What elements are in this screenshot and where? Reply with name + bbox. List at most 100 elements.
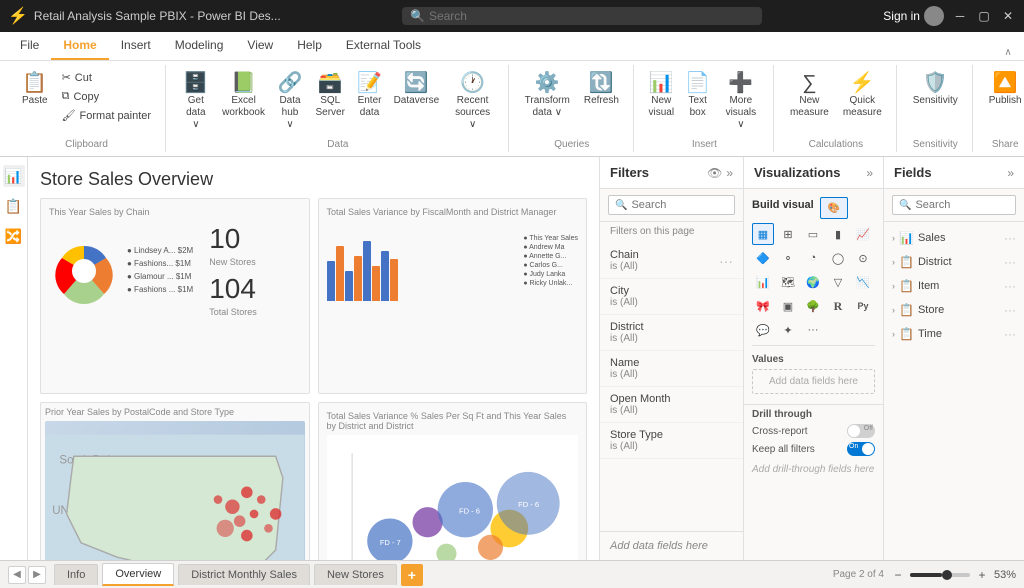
- tab-district-monthly-sales[interactable]: District Monthly Sales: [178, 564, 310, 585]
- keep-filters-toggle[interactable]: On: [847, 442, 875, 456]
- quick-measure-button[interactable]: ⚡ Quickmeasure: [837, 69, 888, 123]
- nav-report-icon[interactable]: 📊: [3, 165, 25, 187]
- field-group-sales-more[interactable]: ···: [1004, 231, 1016, 245]
- filter-search-box[interactable]: 🔍: [608, 195, 735, 215]
- publish-button[interactable]: 🔼 Publish: [983, 69, 1024, 111]
- field-group-item-more[interactable]: ···: [1004, 279, 1016, 293]
- field-group-district-more[interactable]: ···: [1004, 255, 1016, 269]
- zoom-slider[interactable]: [910, 573, 970, 577]
- viz-icon-kpi[interactable]: 📊: [752, 271, 774, 293]
- viz-icon-r[interactable]: R: [827, 295, 849, 317]
- tab-nav-next-button[interactable]: ▶: [28, 566, 46, 584]
- fields-expand-icon[interactable]: »: [1007, 166, 1014, 180]
- tab-new-stores[interactable]: New Stores: [314, 564, 397, 585]
- maximize-button[interactable]: ▢: [976, 8, 992, 24]
- viz-icon-donut[interactable]: ◯: [827, 247, 849, 269]
- viz-icon-treemap[interactable]: ▣: [777, 295, 799, 317]
- viz-icon-scatter[interactable]: ⚬: [777, 247, 799, 269]
- field-group-store-header[interactable]: › 📋 Store ···: [884, 300, 1024, 320]
- minimize-button[interactable]: ─: [952, 8, 968, 24]
- viz-icon-bar[interactable]: ▭: [802, 223, 824, 245]
- tab-file[interactable]: File: [8, 32, 51, 60]
- viz-icon-waterfall[interactable]: 📉: [852, 271, 874, 293]
- close-button[interactable]: ✕: [1000, 8, 1016, 24]
- viz-format-tab[interactable]: 🎨: [820, 197, 848, 219]
- widget-bottom-right[interactable]: Total Sales Variance % Sales Per Sq Ft a…: [318, 402, 588, 560]
- nav-data-icon[interactable]: 📋: [3, 195, 25, 217]
- viz-icon-funnel[interactable]: ▽: [827, 271, 849, 293]
- fields-search-box[interactable]: 🔍: [892, 195, 1016, 215]
- viz-icon-area[interactable]: 🔷: [752, 247, 774, 269]
- tab-insert[interactable]: Insert: [109, 32, 163, 60]
- sql-server-button[interactable]: 🗃️ SQLServer: [310, 69, 349, 123]
- enter-data-button[interactable]: 📝 Enterdata: [352, 69, 387, 123]
- viz-values-drop-zone[interactable]: Add data fields here: [752, 369, 875, 394]
- field-group-district-header[interactable]: › 📋 District ···: [884, 252, 1024, 272]
- fields-search-input[interactable]: [915, 199, 995, 211]
- excel-workbook-button[interactable]: 📗 Excelworkbook: [218, 69, 270, 123]
- filter-name[interactable]: Name is (All): [600, 351, 743, 387]
- viz-icon-filled-map[interactable]: 🌍: [802, 271, 824, 293]
- tab-help[interactable]: Help: [285, 32, 334, 60]
- tab-external-tools[interactable]: External Tools: [334, 32, 433, 60]
- cross-report-toggle[interactable]: Off: [847, 424, 875, 438]
- field-group-item-header[interactable]: › 📋 Item ···: [884, 276, 1024, 296]
- format-painter-button[interactable]: 🖌 Format painter: [56, 107, 158, 124]
- widget-bottom-left[interactable]: Prior Year Sales by PostalCode and Store…: [40, 402, 310, 560]
- tab-home[interactable]: Home: [51, 32, 108, 60]
- text-box-button[interactable]: 📄 Textbox: [681, 69, 715, 123]
- tab-info[interactable]: Info: [54, 564, 98, 585]
- more-visuals-button[interactable]: ➕ Morevisuals ∨: [717, 69, 765, 135]
- viz-icon-map[interactable]: 🗺: [777, 271, 799, 293]
- transform-data-button[interactable]: ⚙️ Transformdata ∨: [519, 69, 576, 123]
- filter-store-type[interactable]: Store Type is (All): [600, 423, 743, 459]
- widget-top-right[interactable]: Total Sales Variance by FiscalMonth and …: [318, 198, 588, 394]
- refresh-button[interactable]: 🔃 Refresh: [578, 69, 625, 111]
- recent-sources-button[interactable]: 🕐 Recentsources ∨: [446, 69, 500, 135]
- tab-view[interactable]: View: [235, 32, 285, 60]
- viz-icon-more[interactable]: ···: [802, 319, 824, 341]
- paste-button[interactable]: 📋 Paste: [16, 69, 54, 111]
- filters-expand-icon[interactable]: »: [726, 166, 733, 180]
- viz-icon-decomp[interactable]: 🌳: [802, 295, 824, 317]
- add-page-button[interactable]: +: [401, 564, 423, 586]
- tab-nav-prev-button[interactable]: ◀: [8, 566, 26, 584]
- widget-top-left[interactable]: This Year Sales by Chain ● Lind: [40, 198, 310, 394]
- title-search-bar[interactable]: 🔍: [402, 7, 762, 25]
- copy-button[interactable]: ⧉ Copy: [56, 88, 158, 105]
- field-group-store-more[interactable]: ···: [1004, 303, 1016, 317]
- sensitivity-button[interactable]: 🛡️ Sensitivity: [907, 69, 964, 111]
- nav-model-icon[interactable]: 🔀: [3, 225, 25, 247]
- viz-icon-qna[interactable]: 💬: [752, 319, 774, 341]
- filter-city[interactable]: City is (All): [600, 279, 743, 315]
- viz-icon-line[interactable]: 📈: [852, 223, 874, 245]
- field-group-time-header[interactable]: › 📋 Time ···: [884, 324, 1024, 344]
- new-visual-button[interactable]: 📊 Newvisual: [644, 69, 679, 123]
- filter-open-month[interactable]: Open Month is (All): [600, 387, 743, 423]
- zoom-in-button[interactable]: +: [974, 567, 990, 583]
- field-group-sales-header[interactable]: › 📊 Sales ···: [884, 228, 1024, 248]
- zoom-out-button[interactable]: −: [890, 567, 906, 583]
- viz-expand-icon[interactable]: »: [866, 166, 873, 180]
- viz-icon-smart[interactable]: ✦: [777, 319, 799, 341]
- filter-chain[interactable]: Chain is (All) ···: [600, 243, 743, 279]
- sign-in-button[interactable]: Sign in: [883, 6, 944, 26]
- viz-icon-pie[interactable]: ◔: [802, 247, 824, 269]
- zoom-slider-thumb[interactable]: [942, 570, 952, 580]
- viz-icon-column[interactable]: ▮: [827, 223, 849, 245]
- filter-district[interactable]: District is (All): [600, 315, 743, 351]
- viz-icon-gauge[interactable]: ⊙: [852, 247, 874, 269]
- filter-search-input[interactable]: [631, 199, 711, 211]
- viz-icon-table[interactable]: ▦: [752, 223, 774, 245]
- filters-eye-icon[interactable]: 👁: [707, 166, 722, 180]
- new-measure-button[interactable]: ∑ Newmeasure: [784, 69, 835, 123]
- ribbon-collapse-button[interactable]: ∧: [1000, 44, 1016, 60]
- tab-modeling[interactable]: Modeling: [163, 32, 236, 60]
- viz-icon-matrix[interactable]: ⊞: [777, 223, 799, 245]
- cut-button[interactable]: ✂ Cut: [56, 69, 158, 86]
- viz-icon-py[interactable]: Py: [852, 295, 874, 317]
- dataverse-button[interactable]: 🔄 Dataverse: [389, 69, 443, 111]
- title-search-input[interactable]: [429, 9, 709, 23]
- get-data-button[interactable]: 🗄️ Getdata ∨: [176, 69, 216, 135]
- viz-icon-ribbon[interactable]: 🎀: [752, 295, 774, 317]
